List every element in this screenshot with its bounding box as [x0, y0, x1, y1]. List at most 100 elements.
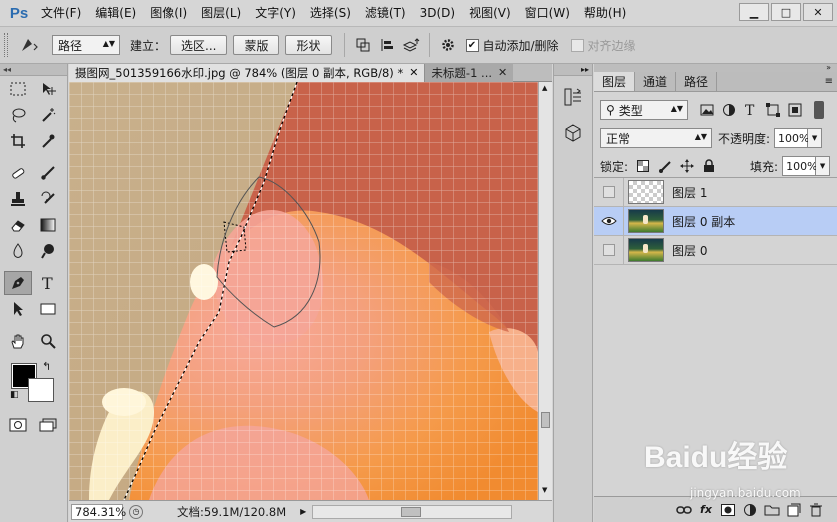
menu-help[interactable]: 帮助(H): [577, 0, 633, 26]
3d-panel-icon[interactable]: [558, 118, 588, 148]
vertical-scrollbar[interactable]: ▲ ▼: [538, 82, 552, 500]
make-shape-button[interactable]: 形状: [285, 35, 332, 55]
visibility-toggle[interactable]: [594, 177, 624, 207]
options-grip[interactable]: [4, 33, 8, 57]
align-edges-checkbox[interactable]: [570, 38, 584, 52]
zoom-level-field[interactable]: 784.31%: [71, 503, 126, 520]
history-panel-icon[interactable]: [558, 82, 588, 112]
lock-all-icon[interactable]: [698, 157, 720, 175]
smart-object-filter-icon[interactable]: [784, 101, 806, 119]
gradient-tool-icon[interactable]: [34, 213, 62, 237]
screen-mode-icon[interactable]: [34, 413, 62, 437]
brush-tool-icon[interactable]: [34, 161, 62, 185]
panel-collapse-icon[interactable]: »: [594, 64, 837, 72]
menu-image[interactable]: 图像(I): [143, 0, 194, 26]
shape-layer-filter-icon[interactable]: [762, 101, 784, 119]
tab-layers[interactable]: 图层: [594, 72, 636, 91]
close-icon[interactable]: ✕: [409, 64, 418, 82]
adjustment-layer-filter-icon[interactable]: [718, 101, 740, 119]
status-menu-arrow-icon[interactable]: ▶: [300, 507, 306, 516]
menu-view[interactable]: 视图(V): [462, 0, 518, 26]
document-tab-active[interactable]: 摄图网_501359166水印.jpg @ 784% (图层 0 副本, RGB…: [69, 64, 426, 82]
panel-menu-icon[interactable]: ≡: [825, 76, 833, 87]
chevron-down-icon[interactable]: ▼: [808, 128, 823, 148]
eraser-tool-icon[interactable]: [4, 213, 32, 237]
make-selection-button[interactable]: 选区...: [170, 35, 228, 55]
zoom-tool-icon[interactable]: [34, 329, 62, 353]
crop-tool-icon[interactable]: [4, 129, 32, 153]
pen-tool-preset-icon[interactable]: [12, 33, 48, 57]
align-edges-option[interactable]: 对齐边缘: [570, 37, 636, 54]
scroll-down-icon[interactable]: ▼: [542, 486, 547, 494]
lock-image-pixels-icon[interactable]: [654, 157, 676, 175]
expand-panels-icon[interactable]: ▸▸: [554, 64, 592, 76]
menu-3d[interactable]: 3D(D): [413, 0, 462, 26]
type-layer-filter-icon[interactable]: T: [740, 101, 762, 119]
link-layers-icon[interactable]: [673, 500, 695, 520]
default-colors-icon[interactable]: ◧: [10, 390, 19, 400]
rectangle-tool-icon[interactable]: [34, 297, 62, 321]
status-info-icon[interactable]: ◷: [129, 504, 143, 519]
layer-style-fx-icon[interactable]: fx: [695, 500, 717, 520]
minimize-button[interactable]: ▁: [739, 3, 769, 21]
pixel-layer-filter-icon[interactable]: [696, 101, 718, 119]
auto-add-delete-checkbox[interactable]: ✔: [465, 38, 479, 52]
menu-filter[interactable]: 滤镜(T): [358, 0, 413, 26]
clone-stamp-tool-icon[interactable]: [4, 187, 32, 211]
close-icon[interactable]: ✕: [498, 64, 507, 82]
menu-select[interactable]: 选择(S): [303, 0, 358, 26]
add-mask-icon[interactable]: [717, 500, 739, 520]
adjustment-layer-icon[interactable]: [739, 500, 761, 520]
layer-row[interactable]: 图层 1: [594, 177, 837, 207]
tab-paths[interactable]: 路径: [676, 72, 718, 91]
visibility-toggle[interactable]: [594, 235, 624, 265]
pen-tool-icon[interactable]: [4, 271, 32, 295]
hand-tool-icon[interactable]: [4, 329, 32, 353]
vertical-scroll-thumb[interactable]: [541, 412, 550, 428]
path-operations-icon[interactable]: [351, 34, 375, 56]
swap-colors-icon[interactable]: ↰: [42, 360, 51, 373]
path-selection-tool-icon[interactable]: [4, 297, 32, 321]
path-arrangement-icon[interactable]: [399, 34, 423, 56]
lock-transparent-pixels-icon[interactable]: [632, 157, 654, 175]
new-group-icon[interactable]: [761, 500, 783, 520]
horizontal-scrollbar[interactable]: [312, 504, 513, 519]
lock-position-icon[interactable]: [676, 157, 698, 175]
magic-wand-tool-icon[interactable]: [34, 103, 62, 127]
tab-channels[interactable]: 通道: [635, 72, 677, 91]
filter-kind-select[interactable]: ⚲ 类型 ▲▼: [600, 100, 688, 120]
make-mask-button[interactable]: 蒙版: [233, 35, 280, 55]
document-tab-untitled[interactable]: 未标题-1 ... ✕: [425, 64, 514, 82]
horizontal-scroll-thumb[interactable]: [401, 506, 422, 517]
close-button[interactable]: ✕: [803, 3, 833, 21]
filter-toggle-switch[interactable]: [814, 101, 824, 119]
blur-tool-icon[interactable]: [4, 239, 32, 263]
menu-edit[interactable]: 编辑(E): [88, 0, 143, 26]
maximize-button[interactable]: □: [771, 3, 801, 21]
blend-mode-select[interactable]: 正常 ▲▼: [600, 128, 712, 148]
menu-window[interactable]: 窗口(W): [518, 0, 577, 26]
trash-icon[interactable]: [805, 500, 827, 520]
lasso-tool-icon[interactable]: [4, 103, 32, 127]
quick-mask-icon[interactable]: [4, 413, 32, 437]
history-brush-tool-icon[interactable]: [34, 187, 62, 211]
layer-row[interactable]: 图层 0: [594, 235, 837, 265]
menu-file[interactable]: 文件(F): [34, 0, 88, 26]
auto-add-delete-option[interactable]: ✔ 自动添加/删除: [465, 37, 559, 54]
layer-row[interactable]: 图层 0 副本: [594, 206, 837, 236]
move-tool-icon[interactable]: [34, 77, 62, 101]
healing-brush-tool-icon[interactable]: [4, 161, 32, 185]
rectangular-marquee-tool-icon[interactable]: [4, 77, 32, 101]
visibility-toggle[interactable]: [594, 206, 624, 236]
menu-type[interactable]: 文字(Y): [248, 0, 303, 26]
background-color-swatch[interactable]: [28, 378, 54, 402]
opacity-input[interactable]: 100%: [774, 128, 810, 148]
image-canvas[interactable]: [69, 82, 538, 500]
path-alignment-icon[interactable]: [375, 34, 399, 56]
type-tool-icon[interactable]: T: [34, 271, 62, 295]
gear-icon[interactable]: [436, 34, 460, 56]
chevron-down-icon[interactable]: ▼: [816, 156, 831, 176]
toolbox-collapse-icon[interactable]: ◂◂: [0, 64, 67, 76]
mode-select[interactable]: 路径 ▲▼: [52, 35, 120, 55]
dodge-tool-icon[interactable]: [34, 239, 62, 263]
